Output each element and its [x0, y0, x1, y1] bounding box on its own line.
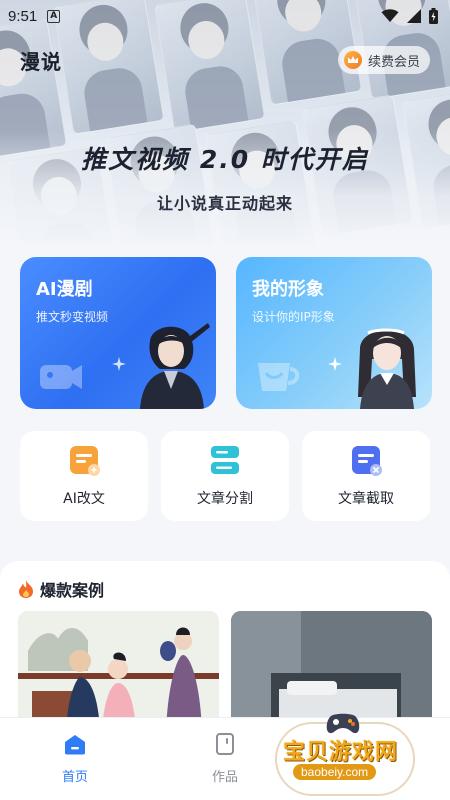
hero-subslogan: 让小说真正动起来 — [156, 194, 293, 213]
ai-drama-subtitle: 推文秒变视频 — [36, 310, 109, 324]
ai-drama-card[interactable]: AI漫剧 推文秒变视频 — [20, 257, 216, 409]
my-avatar-card[interactable]: 我的形象 设计你的IP形象 — [236, 257, 432, 409]
nav-works[interactable]: 作品 — [185, 732, 265, 785]
case-thumbnail-image — [18, 611, 219, 731]
nav-works-label: 作品 — [211, 770, 238, 785]
nav-home[interactable]: 首页 — [35, 732, 115, 785]
gamepad-icon — [326, 713, 360, 734]
wifi-icon — [381, 9, 399, 22]
sparkle-icon — [328, 357, 342, 371]
watermark-url: baobeiy.com — [293, 764, 377, 780]
status-time: 9:51 — [8, 7, 38, 25]
renew-membership-button[interactable]: 续费会员 — [337, 46, 430, 74]
fire-icon — [19, 580, 33, 598]
my-avatar-subtitle: 设计你的IP形象 — [252, 310, 335, 324]
hot-cases-section: 爆款案例 — [0, 561, 450, 731]
article-extract-icon — [352, 446, 382, 476]
hot-cases-header: 爆款案例 — [18, 577, 104, 601]
notification-a-icon: A — [47, 9, 61, 23]
hot-cases-title: 爆款案例 — [40, 581, 105, 600]
ai-drama-title: AI漫剧 — [36, 279, 93, 300]
sparkle-icon — [112, 357, 126, 371]
article-extract-button[interactable]: 文章截取 — [302, 431, 430, 521]
home-icon — [65, 735, 85, 755]
battery-icon — [429, 8, 438, 24]
ai-drama-character-illustration — [140, 323, 210, 409]
status-bar: 9:51 A — [0, 0, 450, 32]
app-title: 漫说 — [20, 50, 62, 74]
article-split-icon — [211, 446, 239, 474]
article-extract-label: 文章截取 — [338, 491, 394, 507]
nav-home-label: 首页 — [61, 770, 88, 785]
ai-rewrite-button[interactable]: AI改文 — [20, 431, 148, 521]
case-card[interactable] — [18, 611, 219, 731]
ai-rewrite-label: AI改文 — [63, 491, 105, 507]
film-deco-icon — [40, 365, 82, 389]
my-avatar-title: 我的形象 — [252, 279, 324, 300]
works-icon — [216, 733, 234, 755]
article-split-button[interactable]: 文章分割 — [161, 431, 289, 521]
article-split-label: 文章分割 — [197, 491, 253, 507]
crown-icon — [343, 51, 362, 69]
signal-icon — [407, 9, 421, 23]
watermark-logo: 宝贝游戏网 baobeiy.com — [275, 708, 445, 798]
renew-membership-label: 续费会员 — [367, 54, 420, 70]
my-avatar-character-illustration — [358, 328, 416, 409]
hero-slogan: 推文视频 2.0 时代开启 — [81, 145, 369, 174]
watermark-text: 宝贝游戏网 — [283, 740, 399, 765]
ai-rewrite-icon — [70, 446, 100, 476]
cup-deco-icon — [258, 363, 300, 391]
